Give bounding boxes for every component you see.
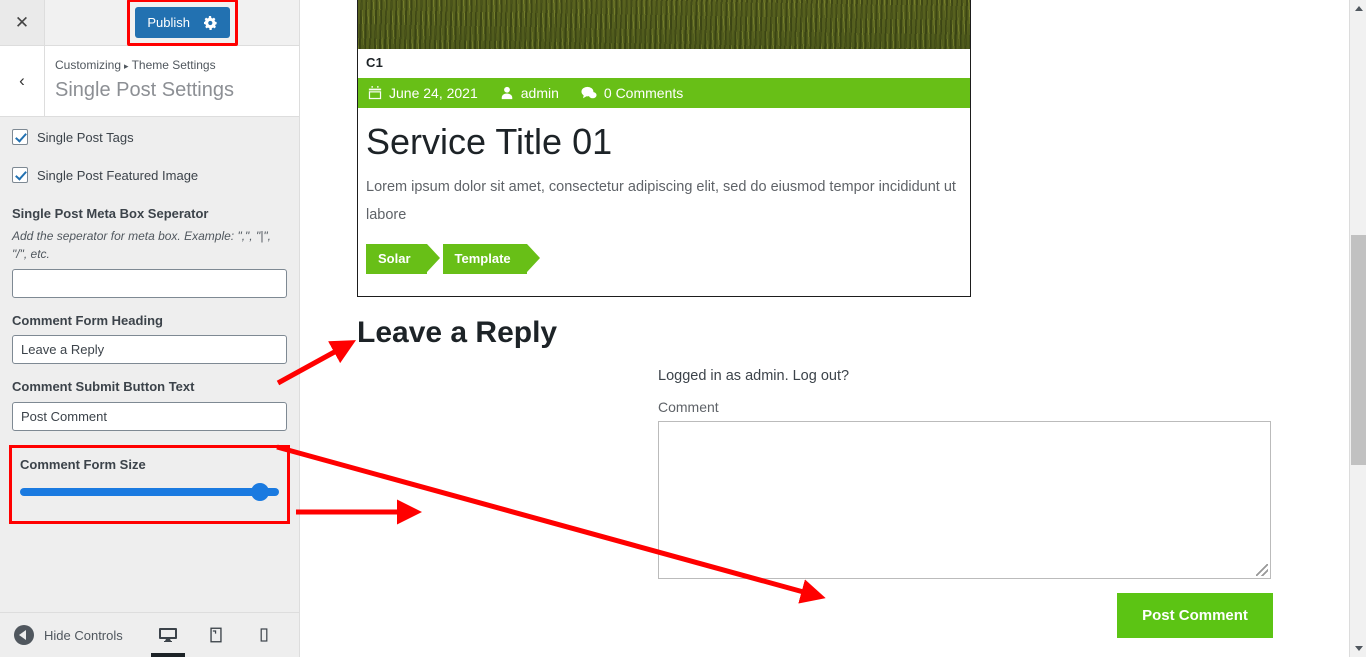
panel-header-text: Customizing ▸ Theme Settings Single Post S…: [45, 46, 246, 116]
post-date: June 24, 2021: [368, 85, 478, 101]
post-excerpt: Lorem ipsum dolor sit amet, consectetur …: [366, 179, 956, 224]
post-tag[interactable]: Template: [442, 243, 540, 274]
label-meta-box-separator: Single Post Meta Box Seperator: [12, 206, 209, 222]
post-card: C1 June 24, 2021 admin 0 Comments Servic…: [357, 0, 971, 297]
tablet-icon[interactable]: [203, 613, 229, 657]
control-single-post-featured-image[interactable]: Single Post Featured Image: [12, 167, 287, 184]
hide-controls-button[interactable]: Hide Controls: [0, 625, 155, 645]
site-preview: C1 June 24, 2021 admin 0 Comments Servic…: [301, 0, 1348, 657]
slider-track[interactable]: [20, 487, 279, 496]
label-comment-form-heading: Comment Form Heading: [12, 313, 163, 329]
comment-submit-button-text-input[interactable]: [12, 401, 287, 431]
checkbox-single-post-tags[interactable]: [12, 129, 28, 146]
post-date-text: June 24, 2021: [389, 85, 478, 101]
publish-area: Publish: [45, 0, 299, 47]
collapse-arrow-icon: [14, 625, 34, 645]
label-comment-form-size: Comment Form Size: [20, 456, 146, 472]
publish-button[interactable]: Publish: [135, 6, 230, 39]
comment-form-size-slider[interactable]: [20, 482, 279, 501]
user-icon: [501, 86, 512, 100]
gear-icon[interactable]: [204, 15, 218, 30]
calendar-icon: [368, 86, 382, 100]
control-comment-submit-button-text: Comment Submit Button Text: [12, 378, 287, 431]
control-comment-form-heading: Comment Form Heading: [12, 312, 287, 365]
comment-form-heading: Leave a Reply: [357, 316, 558, 349]
mobile-icon[interactable]: [251, 613, 277, 657]
chevron-left-icon[interactable]: ‹: [0, 46, 45, 117]
breadcrumb-parent[interactable]: Theme Settings: [132, 58, 216, 72]
post-author: admin: [500, 85, 559, 101]
comment-field-label: Comment: [658, 399, 719, 415]
controls-list: Single Post Tags Single Post Featured Im…: [0, 117, 299, 524]
scrollbar-thumb[interactable]: [1351, 235, 1366, 465]
logged-in-notice[interactable]: Logged in as admin. Log out?: [658, 368, 849, 384]
comment-form-heading-input[interactable]: [12, 335, 287, 365]
post-caption: C1: [366, 55, 384, 70]
post-meta-bar: June 24, 2021 admin 0 Comments: [358, 78, 970, 108]
breadcrumb-root[interactable]: Customizing: [55, 58, 121, 72]
post-title[interactable]: Service Title 01: [358, 108, 970, 163]
desktop-icon[interactable]: [151, 613, 185, 657]
device-preview-group: [151, 613, 299, 657]
featured-image: [358, 0, 970, 49]
breadcrumb: Customizing ▸ Theme Settings: [55, 56, 234, 75]
post-tag-list: Solar Template: [358, 230, 970, 296]
label-comment-submit-button-text: Comment Submit Button Text: [12, 379, 195, 395]
checkbox-single-post-featured-image[interactable]: [12, 167, 28, 184]
comment-form-size-annotation-box: Comment Form Size: [9, 444, 290, 524]
customizer-actions-bar: ✕ Publish: [0, 0, 299, 47]
slider-knob[interactable]: [250, 482, 269, 501]
customizer-sidebar: ✕ Publish ‹ Customizing ▸ Theme Settings…: [0, 0, 300, 657]
description-meta-box-separator: Add the seperator for meta box. Example:…: [12, 229, 271, 261]
scroll-down-icon[interactable]: [1350, 640, 1366, 657]
post-tag[interactable]: Solar: [366, 243, 439, 274]
hide-controls-label: Hide Controls: [44, 627, 123, 643]
comments-icon: [581, 86, 597, 99]
meta-box-separator-input[interactable]: [12, 269, 287, 299]
post-comments: 0 Comments: [581, 85, 683, 101]
control-meta-box-separator: Single Post Meta Box Seperator Add the s…: [12, 205, 287, 299]
control-single-post-tags[interactable]: Single Post Tags: [12, 129, 287, 146]
publish-button-label: Publish: [147, 14, 190, 30]
publish-annotation-box: Publish: [127, 0, 238, 47]
post-comments-text: 0 Comments: [603, 85, 684, 101]
comment-textarea[interactable]: [658, 421, 1271, 579]
close-icon[interactable]: ✕: [0, 0, 45, 45]
scroll-up-icon[interactable]: [1350, 0, 1366, 17]
post-author-text: admin: [520, 85, 559, 101]
panel-header: ‹ Customizing ▸ Theme Settings Single Post…: [0, 46, 299, 118]
post-comment-button[interactable]: Post Comment: [1117, 593, 1273, 638]
checkbox-label-single-post-tags: Single Post Tags: [37, 129, 134, 145]
page-scrollbar[interactable]: [1349, 0, 1366, 657]
checkbox-label-single-post-featured-image: Single Post Featured Image: [37, 167, 199, 183]
resize-handle-icon[interactable]: [1256, 564, 1268, 576]
breadcrumb-separator-icon: ▸: [124, 61, 129, 71]
page-title: Single Post Settings: [55, 79, 234, 102]
customizer-footer: Hide Controls: [0, 612, 299, 657]
